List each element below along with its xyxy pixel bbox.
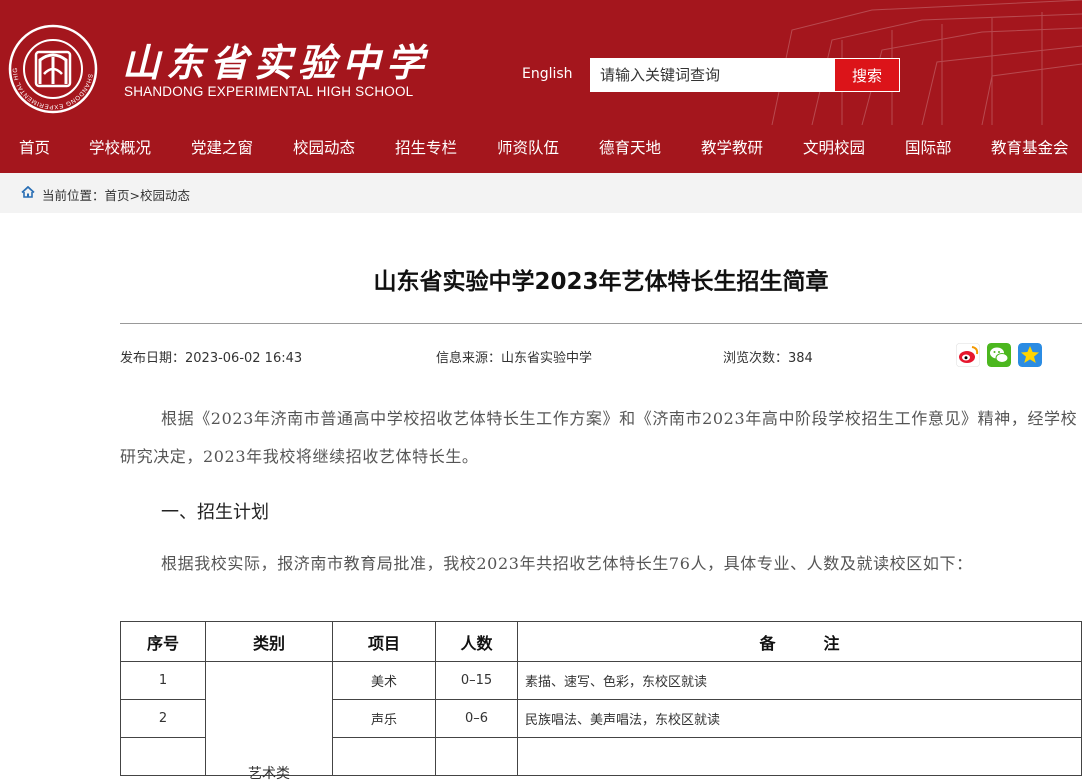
view-count: 浏览次数：384 [723,351,813,366]
nav-item-moral-education[interactable]: 德育天地 [599,125,661,171]
header-count: 人数 [435,621,518,662]
breadcrumb-label: 当前位置： [42,188,105,203]
table-header-row: 序号 类别 项目 人数 备 注 [120,621,1082,662]
title-divider [120,323,1082,324]
school-seal-logo[interactable]: SHANDONG EXPERIMENTAL HIGH SCHOOL [8,24,98,114]
intro-text: 根据《2023年济南市普通高中学校招收艺体特长生工作方案》和《济南市2023年高… [120,409,1078,466]
category-text: 艺术类 [248,766,290,782]
main-nav: 首页 学校概况 党建之窗 校园动态 招生专栏 师资队伍 德育天地 教学教研 文明… [0,125,1082,173]
row-item [332,737,436,776]
breadcrumb-link-campus-news[interactable]: 校园动态 [140,188,190,203]
school-name-english: SHANDONG EXPERIMENTAL HIGH SCHOOL [124,84,414,99]
row-note: 素描、速写、色彩，东校区就读 [517,661,1082,700]
row-note: 民族唱法、美声唱法，东校区就读 [517,699,1082,738]
article-title: 山东省实验中学2023年艺体特长生招生简章 [373,269,829,295]
row-count [435,737,518,776]
row-count: 0–15 [435,661,518,700]
nav-item-admissions[interactable]: 招生专栏 [395,125,457,171]
row-note [517,737,1082,776]
favorite-icon[interactable] [1018,343,1042,367]
header-no: 序号 [120,621,206,662]
nav-item-teaching-research[interactable]: 教学教研 [701,125,763,171]
row-no: 2 [120,699,206,738]
search-input[interactable] [591,59,835,91]
header-category: 类别 [205,621,333,662]
breadcrumb: 当前位置：首页>校园动态 [0,173,1082,213]
nav-item-faculty[interactable]: 师资队伍 [497,125,559,171]
breadcrumb-trail: 当前位置：首页>校园动态 [42,185,190,204]
search-button[interactable]: 搜索 [835,59,899,91]
english-link[interactable]: English [522,66,573,82]
header-note: 备 注 [517,621,1082,662]
row-no: 1 [120,661,206,700]
nav-item-education-foundation[interactable]: 教育基金会 [991,125,1069,171]
row-no [120,737,206,776]
breadcrumb-link-home[interactable]: 首页 [105,188,130,203]
nav-item-party-building[interactable]: 党建之窗 [191,125,253,171]
table-row: 1 艺术类 美术 0–15 素描、速写、色彩，东校区就读 [120,661,1082,781]
row-count: 0–6 [435,699,518,738]
intro-paragraph: 根据《2023年济南市普通高中学校招收艺体特长生工作方案》和《济南市2023年高… [120,400,1082,476]
plan-text: 根据我校实际，报济南市教育局批准，我校2023年共招收艺体特长生76人，具体专业… [161,554,973,573]
publish-date: 发布日期：2023-06-02 16:43 [120,351,303,366]
row-item: 美术 [332,661,436,700]
nav-item-school-overview[interactable]: 学校概况 [89,125,151,171]
nav-item-home[interactable]: 首页 [19,125,50,171]
nav-item-international[interactable]: 国际部 [905,125,952,171]
weibo-icon[interactable] [956,343,980,367]
site-header: SHANDONG EXPERIMENTAL HIGH SCHOOL 山东省实验中… [0,0,1082,125]
breadcrumb-separator: > [129,188,141,203]
school-name-chinese: 山东省实验中学 [122,40,431,85]
category-cell: 艺术类 [205,661,333,781]
nav-item-campus-news[interactable]: 校园动态 [293,125,355,171]
section-heading-enrollment-plan: 一、招生计划 [161,502,269,523]
header-item: 项目 [332,621,436,662]
search-box: 搜索 [590,58,900,92]
wechat-icon[interactable] [987,343,1011,367]
row-item: 声乐 [332,699,436,738]
home-icon [21,186,35,198]
info-source: 信息来源：山东省实验中学 [436,351,593,366]
enrollment-table: 序号 类别 项目 人数 备 注 1 艺术类 美术 0–15 素描、速写、色彩，东… [120,621,1082,781]
nav-item-civilized-campus[interactable]: 文明校园 [803,125,865,171]
plan-paragraph: 根据我校实际，报济南市教育局批准，我校2023年共招收艺体特长生76人，具体专业… [120,545,1082,583]
